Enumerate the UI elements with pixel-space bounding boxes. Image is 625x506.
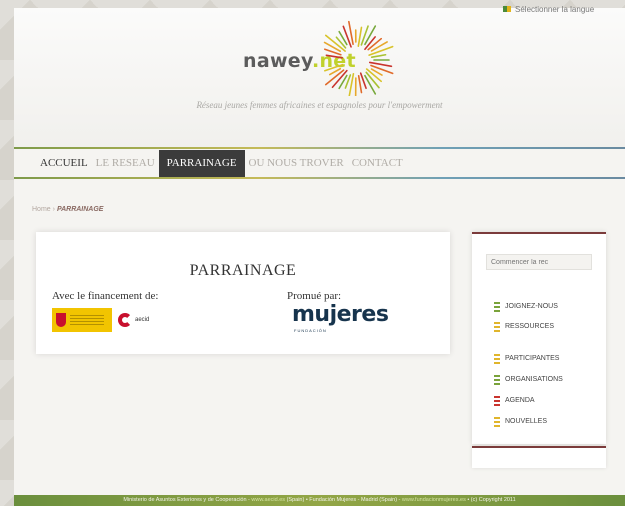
main-nav: ACCUEIL LE RESEAU PARRAINAGE OU NOUS TRO… [36, 150, 407, 177]
mujeres-logo[interactable]: mujeres [292, 302, 389, 327]
sidebar-item-organisations[interactable]: ORGANISATIONS [494, 373, 563, 385]
mujeres-logo-subtitle: FUNDACIÓN [294, 328, 327, 333]
yellow-bars-icon [494, 353, 500, 364]
sidebar-search-input[interactable] [486, 254, 592, 270]
sidebar-item-participantes[interactable]: PARTICIPANTES [494, 352, 559, 364]
breadcrumb-home-link[interactable]: Home [32, 206, 51, 213]
green-bars-icon [494, 301, 500, 312]
sidebar-bottom-widget [472, 446, 606, 468]
spain-shield-icon [56, 313, 66, 327]
sidebar-item-joignez-nous[interactable]: JOIGNEZ-NOUS [494, 300, 558, 312]
sidebar-item-label: AGENDA [505, 396, 535, 404]
sidebar-item-label: RESSOURCES [505, 322, 555, 330]
nav-divider-bottom [14, 177, 625, 179]
sidebar-item-label: PARTICIPANTES [505, 354, 560, 362]
sidebar-item-nouvelles[interactable]: NOUVELLES [494, 415, 547, 427]
funding-label: Avec le financement de: [52, 290, 159, 302]
breadcrumb: Home › PARRAINAGE [32, 206, 103, 213]
aecid-logo[interactable]: aecid [118, 310, 158, 330]
language-select[interactable]: Sélectionner la langue [503, 2, 603, 16]
nav-item-parrainage[interactable]: PARRAINAGE [158, 150, 245, 177]
aecid-logo-text: aecid [135, 317, 150, 323]
footer-link-aecid[interactable]: www.aecid.es [251, 497, 285, 503]
yellow-bars-icon [494, 321, 500, 332]
page-container: nawey.net Réseau jeunes femmes africaine… [14, 5, 625, 506]
sidebar-item-label: JOIGNEZ-NOUS [505, 302, 558, 310]
nav-item-ou-nous-trover[interactable]: OU NOUS TROVER [245, 150, 348, 177]
sidebar-item-label: ORGANISATIONS [505, 375, 563, 383]
page-title: PARRAINAGE [189, 262, 297, 279]
nav-item-le-reseau[interactable]: LE RESEAU [92, 150, 159, 177]
green-bars-icon [494, 374, 500, 385]
nav-item-accueil[interactable]: ACCUEIL [36, 150, 92, 177]
breadcrumb-current: PARRAINAGE [56, 206, 104, 213]
language-flag-icon [503, 6, 511, 12]
footer-text: Ministerio de Asuntos Exteriores y de Co… [123, 497, 516, 503]
red-bars-icon [494, 395, 500, 406]
aecid-c-icon [118, 313, 132, 327]
sidebar: JOIGNEZ-NOUS RESSOURCES PARTICIPANTES OR… [472, 232, 606, 444]
breadcrumb-separator: › [52, 206, 55, 213]
nav-divider-top [14, 147, 625, 149]
ministry-text-lines [70, 315, 104, 325]
language-select-label: Sélectionner la langue [515, 4, 595, 14]
sidebar-item-label: NOUVELLES [505, 417, 548, 425]
spain-ministry-logo[interactable] [52, 308, 112, 332]
sidebar-item-ressources[interactable]: RESSOURCES [494, 320, 554, 332]
content-card: PARRAINAGE Avec le financement de: Promu… [36, 232, 450, 354]
nav-item-contact[interactable]: CONTACT [348, 150, 407, 177]
sunburst-logo-icon [323, 20, 394, 96]
promoted-label: Promué par: [287, 290, 342, 302]
sidebar-item-agenda[interactable]: AGENDA [494, 394, 535, 406]
site-footer: Ministerio de Asuntos Exteriores y de Co… [14, 495, 625, 506]
site-header: nawey.net Réseau jeunes femmes africaine… [14, 8, 625, 148]
yellow-bars-icon [494, 416, 500, 427]
footer-link-fundacion[interactable]: www.fundacionmujeres.es [402, 497, 466, 503]
site-tagline: Réseau jeunes femmes africaines et espag… [196, 100, 443, 110]
